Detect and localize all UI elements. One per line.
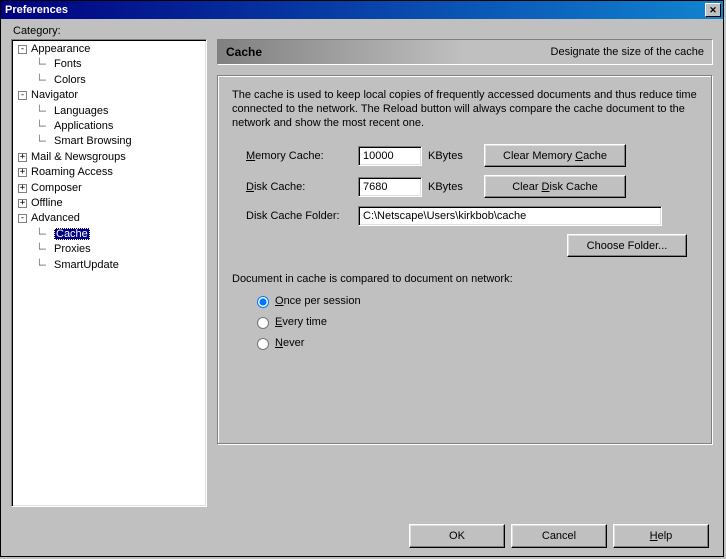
radio-every-input[interactable] — [257, 317, 269, 329]
tree-item-proxies[interactable]: └╴Proxies — [14, 242, 204, 257]
category-label: Category: — [13, 25, 713, 37]
cache-groupbox: The cache is used to keep local copies o… — [217, 75, 713, 445]
help-button[interactable]: Help — [613, 524, 709, 548]
preferences-window: Preferences ✕ Category: -Appearance └╴Fo… — [0, 0, 724, 557]
tree-item-navigator[interactable]: -Navigator — [14, 88, 204, 103]
disk-unit: KBytes — [428, 181, 484, 193]
cache-description: The cache is used to keep local copies o… — [232, 88, 698, 130]
collapse-icon[interactable]: - — [18, 45, 27, 54]
panel-title: Cache — [226, 45, 262, 59]
memory-cache-input[interactable] — [358, 146, 422, 166]
close-icon[interactable]: ✕ — [705, 3, 721, 17]
radio-every-time[interactable]: Every time — [232, 314, 698, 329]
collapse-icon[interactable]: - — [18, 91, 27, 100]
collapse-icon[interactable]: - — [18, 214, 27, 223]
disk-cache-row: Disk Cache: KBytes Clear Disk Cache — [232, 175, 698, 198]
disk-cache-folder-input[interactable] — [358, 206, 662, 226]
main-row: -Appearance └╴Fonts └╴Colors -Navigator … — [11, 39, 713, 510]
tree-item-fonts[interactable]: └╴Fonts — [14, 57, 204, 72]
tree-item-advanced[interactable]: -Advanced — [14, 211, 204, 226]
folder-label: Disk Cache Folder: — [232, 210, 358, 222]
radio-once-per-session[interactable]: Once per session — [232, 293, 698, 308]
expand-icon[interactable]: + — [18, 199, 27, 208]
tree-item-mail[interactable]: +Mail & Newsgroups — [14, 150, 204, 165]
ok-button[interactable]: OK — [409, 524, 505, 548]
tree-item-roaming[interactable]: +Roaming Access — [14, 165, 204, 180]
content-area: Category: -Appearance └╴Fonts └╴Colors -… — [1, 19, 723, 556]
expand-icon[interactable]: + — [18, 153, 27, 162]
clear-disk-cache-button[interactable]: Clear Disk Cache — [484, 175, 626, 198]
expand-icon[interactable]: + — [18, 168, 27, 177]
choose-folder-row: Choose Folder... — [232, 234, 698, 257]
tree-item-smartupdate[interactable]: └╴SmartUpdate — [14, 258, 204, 273]
choose-folder-button[interactable]: Choose Folder... — [567, 234, 687, 257]
settings-panel: Cache Designate the size of the cache Th… — [217, 39, 713, 510]
disk-cache-label: Disk Cache: — [232, 181, 358, 193]
expand-icon[interactable]: + — [18, 184, 27, 193]
tree-item-composer[interactable]: +Composer — [14, 181, 204, 196]
memory-cache-row: Memory Cache: KBytes Clear Memory Cache — [232, 144, 698, 167]
tree-item-colors[interactable]: └╴Colors — [14, 73, 204, 88]
cancel-button[interactable]: Cancel — [511, 524, 607, 548]
titlebar: Preferences ✕ — [1, 1, 723, 19]
radio-never-input[interactable] — [257, 338, 269, 350]
dialog-buttons: OK Cancel Help — [11, 524, 713, 548]
panel-subtitle: Designate the size of the cache — [551, 46, 704, 58]
folder-row: Disk Cache Folder: — [232, 206, 698, 226]
panel-header: Cache Designate the size of the cache — [217, 39, 713, 65]
tree-item-languages[interactable]: └╴Languages — [14, 104, 204, 119]
clear-memory-cache-button[interactable]: Clear Memory Cache — [484, 144, 626, 167]
disk-cache-input[interactable] — [358, 177, 422, 197]
category-tree[interactable]: -Appearance └╴Fonts └╴Colors -Navigator … — [11, 39, 207, 507]
radio-once-input[interactable] — [257, 296, 269, 308]
tree-item-appearance[interactable]: -Appearance — [14, 42, 204, 57]
tree-item-applications[interactable]: └╴Applications — [14, 119, 204, 134]
tree-item-offline[interactable]: +Offline — [14, 196, 204, 211]
window-title: Preferences — [5, 4, 68, 16]
radio-never[interactable]: Never — [232, 335, 698, 350]
tree-item-cache[interactable]: └╴Cache — [14, 227, 204, 242]
memory-unit: KBytes — [428, 150, 484, 162]
tree-item-smartbrowsing[interactable]: └╴Smart Browsing — [14, 134, 204, 149]
memory-cache-label: Memory Cache: — [232, 150, 358, 162]
compare-label: Document in cache is compared to documen… — [232, 273, 698, 285]
